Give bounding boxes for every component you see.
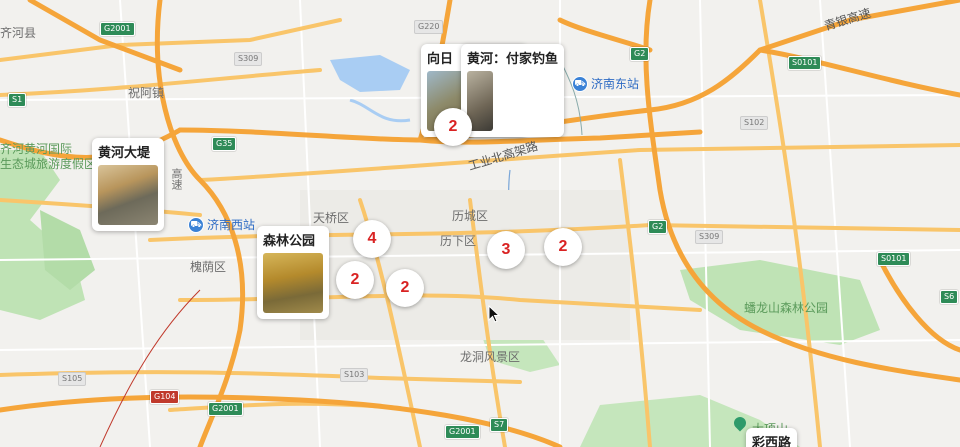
shield-s7: S7	[490, 418, 509, 432]
shield-g2001: G2001	[100, 22, 135, 36]
poi-card-title: 黄河大堤	[98, 146, 151, 161]
cluster-marker[interactable]: 2	[544, 228, 582, 266]
shield-g2: G2	[630, 47, 650, 61]
place-ecology-zone: 齐河黄河国际 生态城旅游度假区	[0, 142, 97, 171]
place-qihe-county: 齐河县	[0, 26, 37, 40]
poi-card-fujia-fishing[interactable]: 黄河：付家钓鱼	[461, 44, 565, 137]
cluster-marker[interactable]: 2	[434, 108, 472, 146]
poi-card-title: 森林公园	[263, 234, 316, 249]
shield-s6: S6	[940, 290, 959, 304]
cluster-marker[interactable]: 2	[336, 261, 374, 299]
district-zhuahe: 祝阿镇	[128, 86, 165, 100]
road-label-expressway: 高速	[170, 168, 183, 190]
shield-s309-east: S309	[695, 230, 724, 244]
station-jinan-west[interactable]: ⛟ 济南西站	[188, 216, 255, 233]
rail-station-icon: ⛟	[188, 216, 204, 233]
district-lixia: 历下区	[440, 234, 477, 248]
cluster-marker[interactable]: 2	[386, 269, 424, 307]
poi-photo	[98, 165, 158, 225]
poi-card-caixi-road[interactable]: 彩西路	[746, 428, 798, 447]
shield-s309: S309	[234, 52, 263, 66]
shield-g2001-s: G2001	[445, 425, 480, 439]
shield-g2001-sw: G2001	[208, 402, 243, 416]
poi-card-forest-park[interactable]: 森林公园	[257, 226, 329, 319]
station-jinan-east[interactable]: ⛟ 济南东站	[572, 75, 639, 92]
map-canvas[interactable]: 齐河县 祝阿镇 齐河黄河国际 生态城旅游度假区 天桥区 历城区 历下区 槐荫区 …	[0, 0, 960, 447]
shield-s102: S102	[740, 116, 769, 130]
shield-s105: S105	[58, 372, 87, 386]
poi-card-title: 彩西路	[752, 436, 792, 447]
poi-card-title: 黄河：付家钓鱼	[467, 52, 559, 67]
station-name: 济南西站	[207, 218, 256, 232]
place-panlongshan-park: 蟠龙山森林公园	[744, 301, 829, 315]
poi-card-yellow-river-dike[interactable]: 黄河大堤	[92, 138, 164, 231]
station-name: 济南东站	[591, 77, 640, 91]
shield-g220: G220	[414, 20, 444, 34]
poi-photo	[263, 253, 323, 313]
shield-s0101-south: S0101	[877, 252, 911, 266]
district-tianqiao: 天桥区	[313, 211, 350, 225]
cluster-marker[interactable]: 4	[353, 220, 391, 258]
mouse-pointer-icon	[488, 305, 500, 323]
district-licheng: 历城区	[452, 209, 489, 223]
shield-s103: S103	[340, 368, 369, 382]
cluster-marker[interactable]: 3	[487, 231, 525, 269]
rail-station-icon: ⛟	[572, 75, 588, 92]
shield-s0101-north: S0101	[788, 56, 822, 70]
shield-s1: S1	[8, 93, 27, 107]
shield-g35: G35	[212, 137, 237, 151]
district-huaiyin: 槐荫区	[190, 260, 227, 274]
district-longdong: 龙洞风景区	[460, 350, 521, 364]
shield-g2-east: G2	[648, 220, 668, 234]
shield-g104: G104	[150, 390, 180, 404]
